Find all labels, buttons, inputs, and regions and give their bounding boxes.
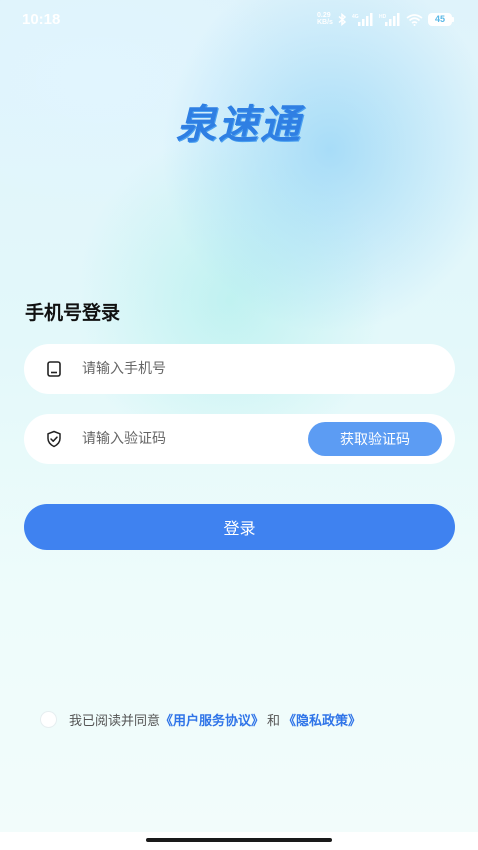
network-speed: 0.29 KB/s (317, 12, 333, 26)
shield-check-icon (47, 430, 61, 448)
code-field[interactable]: 获取验证码 (24, 414, 455, 464)
network-speed-unit: KB/s (317, 19, 333, 26)
signal-4g-icon: 4G (352, 12, 373, 26)
agree-checkbox[interactable] (40, 711, 57, 728)
user-agreement-link[interactable]: 《用户服务协议》 (160, 710, 264, 729)
battery-icon: 45 (428, 12, 454, 26)
svg-text:4G: 4G (352, 14, 359, 20)
code-input[interactable] (82, 424, 302, 454)
get-code-button[interactable]: 获取验证码 (308, 422, 442, 456)
login-button[interactable]: 登录 (24, 504, 455, 550)
page-title: 手机号登录 (25, 302, 121, 324)
battery-tip (452, 16, 454, 22)
status-bar: 10:18 0.29 KB/s 4G HD 45 (0, 0, 478, 42)
battery-level: 45 (428, 12, 452, 26)
agreement-conjunction: 和 (267, 714, 281, 729)
signal-hd-icon: HD (379, 12, 400, 26)
phone-field[interactable] (24, 344, 455, 394)
home-indicator[interactable] (146, 838, 332, 842)
app-logo: 泉速通 (176, 102, 302, 148)
network-speed-value: 0.29 (317, 12, 331, 19)
agreement-row: 我已阅读并同意 《用户服务协议》 和 《隐私政策》 (40, 710, 361, 729)
agreement-prefix: 我已阅读并同意 (69, 714, 161, 729)
svg-text:HD: HD (379, 14, 387, 20)
phone-input[interactable] (82, 354, 302, 384)
privacy-policy-link[interactable]: 《隐私政策》 (283, 710, 361, 729)
status-icons: 0.29 KB/s 4G HD 45 (317, 12, 454, 26)
status-time: 10:18 (22, 11, 61, 28)
wifi-icon (406, 13, 423, 26)
phone-icon (47, 361, 61, 377)
bluetooth-icon (338, 12, 347, 26)
